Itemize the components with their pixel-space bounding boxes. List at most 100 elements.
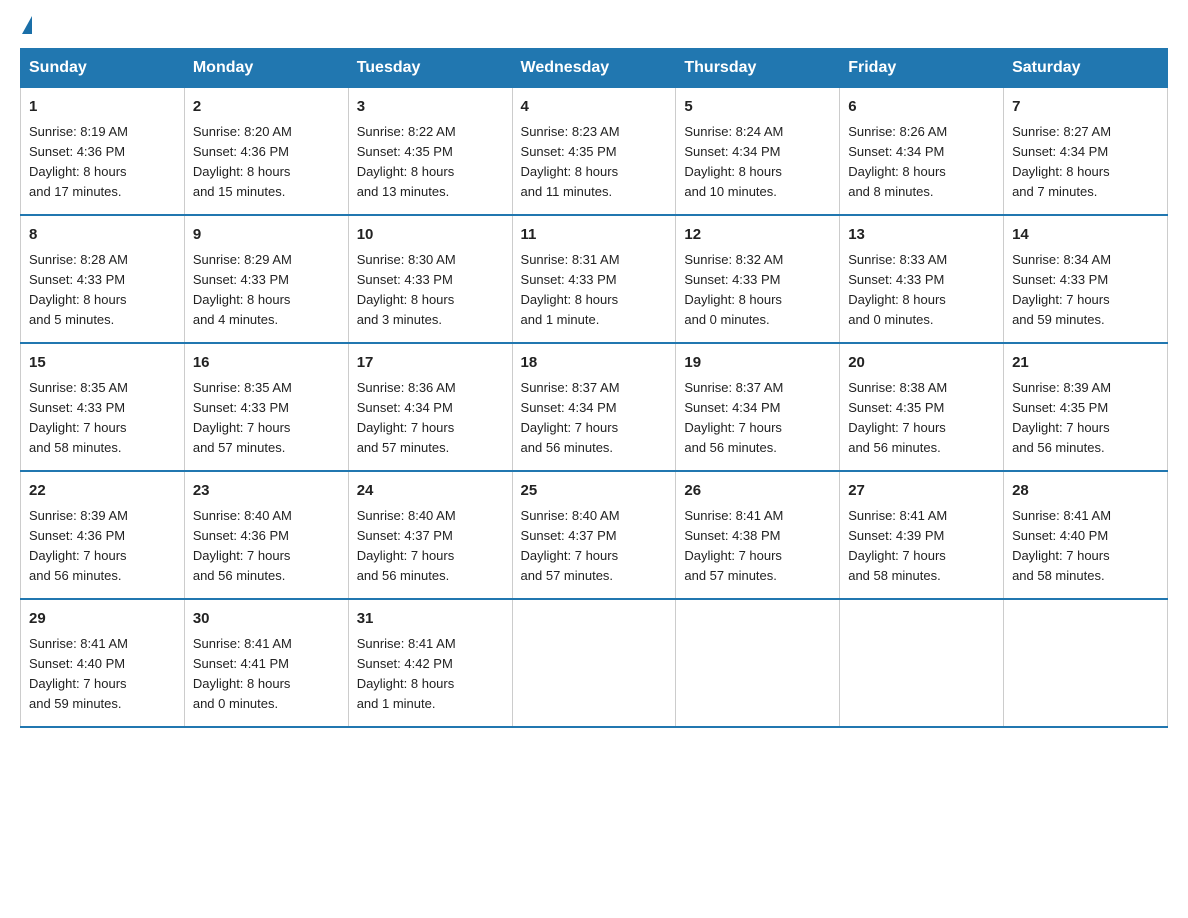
table-row: 27 Sunrise: 8:41 AM Sunset: 4:39 PM Dayli… <box>840 471 1004 599</box>
table-row: 4 Sunrise: 8:23 AM Sunset: 4:35 PM Daylig… <box>512 88 676 216</box>
col-monday: Monday <box>184 49 348 88</box>
day-number: 4 <box>521 96 668 119</box>
day-info: Sunrise: 8:29 AM Sunset: 4:33 PM Dayligh… <box>193 250 340 331</box>
table-row: 12 Sunrise: 8:32 AM Sunset: 4:33 PM Dayli… <box>676 215 840 343</box>
table-row: 16 Sunrise: 8:35 AM Sunset: 4:33 PM Dayli… <box>184 343 348 471</box>
calendar-week-row: 29 Sunrise: 8:41 AM Sunset: 4:40 PM Dayli… <box>21 599 1168 727</box>
table-row: 22Sunrise: 8:39 AM Sunset: 4:36 PM Dayli… <box>21 471 185 599</box>
day-number: 20 <box>848 352 995 375</box>
col-wednesday: Wednesday <box>512 49 676 88</box>
day-info: Sunrise: 8:31 AM Sunset: 4:33 PM Dayligh… <box>521 250 668 331</box>
table-row: 14 Sunrise: 8:34 AM Sunset: 4:33 PM Dayli… <box>1004 215 1168 343</box>
day-number: 16 <box>193 352 340 375</box>
table-row <box>676 599 840 727</box>
day-number: 6 <box>848 96 995 119</box>
day-number: 31 <box>357 608 504 631</box>
day-info: Sunrise: 8:38 AM Sunset: 4:35 PM Dayligh… <box>848 378 995 459</box>
table-row: 24Sunrise: 8:40 AM Sunset: 4:37 PM Dayli… <box>348 471 512 599</box>
day-info: Sunrise: 8:33 AM Sunset: 4:33 PM Dayligh… <box>848 250 995 331</box>
table-row: 19 Sunrise: 8:37 AM Sunset: 4:34 PM Dayli… <box>676 343 840 471</box>
day-info: Sunrise: 8:34 AM Sunset: 4:33 PM Dayligh… <box>1012 250 1159 331</box>
day-info: Sunrise: 8:20 AM Sunset: 4:36 PM Dayligh… <box>193 122 340 203</box>
day-info: Sunrise: 8:36 AM Sunset: 4:34 PM Dayligh… <box>357 378 504 459</box>
day-info: Sunrise: 8:26 AM Sunset: 4:34 PM Dayligh… <box>848 122 995 203</box>
table-row: 28Sunrise: 8:41 AM Sunset: 4:40 PM Dayli… <box>1004 471 1168 599</box>
table-row: 13Sunrise: 8:33 AM Sunset: 4:33 PM Dayli… <box>840 215 1004 343</box>
table-row: 26 Sunrise: 8:41 AM Sunset: 4:38 PM Dayli… <box>676 471 840 599</box>
day-info: Sunrise: 8:39 AM Sunset: 4:36 PM Dayligh… <box>29 506 176 587</box>
table-row: 23Sunrise: 8:40 AM Sunset: 4:36 PM Dayli… <box>184 471 348 599</box>
day-info: Sunrise: 8:35 AM Sunset: 4:33 PM Dayligh… <box>193 378 340 459</box>
calendar-week-row: 8 Sunrise: 8:28 AM Sunset: 4:33 PM Daylig… <box>21 215 1168 343</box>
day-number: 9 <box>193 224 340 247</box>
table-row: 2 Sunrise: 8:20 AM Sunset: 4:36 PM Daylig… <box>184 88 348 216</box>
col-sunday: Sunday <box>21 49 185 88</box>
day-info: Sunrise: 8:23 AM Sunset: 4:35 PM Dayligh… <box>521 122 668 203</box>
table-row: 6 Sunrise: 8:26 AM Sunset: 4:34 PM Daylig… <box>840 88 1004 216</box>
calendar-week-row: 15 Sunrise: 8:35 AM Sunset: 4:33 PM Dayli… <box>21 343 1168 471</box>
table-row <box>512 599 676 727</box>
table-row: 7Sunrise: 8:27 AM Sunset: 4:34 PM Daylig… <box>1004 88 1168 216</box>
day-number: 3 <box>357 96 504 119</box>
table-row: 17 Sunrise: 8:36 AM Sunset: 4:34 PM Dayli… <box>348 343 512 471</box>
logo <box>20 20 32 38</box>
day-number: 24 <box>357 480 504 503</box>
day-info: Sunrise: 8:41 AM Sunset: 4:41 PM Dayligh… <box>193 634 340 715</box>
table-row: 29 Sunrise: 8:41 AM Sunset: 4:40 PM Dayli… <box>21 599 185 727</box>
day-number: 8 <box>29 224 176 247</box>
day-info: Sunrise: 8:19 AM Sunset: 4:36 PM Dayligh… <box>29 122 176 203</box>
logo-triangle-icon <box>22 16 32 34</box>
table-row: 10 Sunrise: 8:30 AM Sunset: 4:33 PM Dayli… <box>348 215 512 343</box>
table-row: 11 Sunrise: 8:31 AM Sunset: 4:33 PM Dayli… <box>512 215 676 343</box>
day-info: Sunrise: 8:30 AM Sunset: 4:33 PM Dayligh… <box>357 250 504 331</box>
day-number: 25 <box>521 480 668 503</box>
table-row <box>1004 599 1168 727</box>
col-friday: Friday <box>840 49 1004 88</box>
day-info: Sunrise: 8:41 AM Sunset: 4:40 PM Dayligh… <box>1012 506 1159 587</box>
day-info: Sunrise: 8:24 AM Sunset: 4:34 PM Dayligh… <box>684 122 831 203</box>
day-number: 5 <box>684 96 831 119</box>
day-number: 26 <box>684 480 831 503</box>
day-number: 21 <box>1012 352 1159 375</box>
table-row: 18 Sunrise: 8:37 AM Sunset: 4:34 PM Dayli… <box>512 343 676 471</box>
day-info: Sunrise: 8:37 AM Sunset: 4:34 PM Dayligh… <box>521 378 668 459</box>
day-number: 30 <box>193 608 340 631</box>
table-row: 9 Sunrise: 8:29 AM Sunset: 4:33 PM Daylig… <box>184 215 348 343</box>
table-row: 8 Sunrise: 8:28 AM Sunset: 4:33 PM Daylig… <box>21 215 185 343</box>
day-number: 10 <box>357 224 504 247</box>
day-info: Sunrise: 8:32 AM Sunset: 4:33 PM Dayligh… <box>684 250 831 331</box>
day-number: 14 <box>1012 224 1159 247</box>
day-number: 27 <box>848 480 995 503</box>
day-number: 2 <box>193 96 340 119</box>
table-row: 31 Sunrise: 8:41 AM Sunset: 4:42 PM Dayli… <box>348 599 512 727</box>
day-info: Sunrise: 8:41 AM Sunset: 4:42 PM Dayligh… <box>357 634 504 715</box>
day-info: Sunrise: 8:41 AM Sunset: 4:39 PM Dayligh… <box>848 506 995 587</box>
day-number: 11 <box>521 224 668 247</box>
day-number: 15 <box>29 352 176 375</box>
table-row: 20 Sunrise: 8:38 AM Sunset: 4:35 PM Dayli… <box>840 343 1004 471</box>
day-info: Sunrise: 8:41 AM Sunset: 4:38 PM Dayligh… <box>684 506 831 587</box>
col-thursday: Thursday <box>676 49 840 88</box>
day-number: 17 <box>357 352 504 375</box>
page-header <box>20 20 1168 38</box>
day-info: Sunrise: 8:41 AM Sunset: 4:40 PM Dayligh… <box>29 634 176 715</box>
table-row: 25 Sunrise: 8:40 AM Sunset: 4:37 PM Dayli… <box>512 471 676 599</box>
calendar-header-row: Sunday Monday Tuesday Wednesday Thursday… <box>21 49 1168 88</box>
table-row: 3Sunrise: 8:22 AM Sunset: 4:35 PM Daylig… <box>348 88 512 216</box>
col-tuesday: Tuesday <box>348 49 512 88</box>
day-number: 29 <box>29 608 176 631</box>
calendar-week-row: 1 Sunrise: 8:19 AM Sunset: 4:36 PM Daylig… <box>21 88 1168 216</box>
col-saturday: Saturday <box>1004 49 1168 88</box>
day-info: Sunrise: 8:35 AM Sunset: 4:33 PM Dayligh… <box>29 378 176 459</box>
day-number: 12 <box>684 224 831 247</box>
day-number: 1 <box>29 96 176 119</box>
table-row: 1 Sunrise: 8:19 AM Sunset: 4:36 PM Daylig… <box>21 88 185 216</box>
table-row: 15 Sunrise: 8:35 AM Sunset: 4:33 PM Dayli… <box>21 343 185 471</box>
day-info: Sunrise: 8:37 AM Sunset: 4:34 PM Dayligh… <box>684 378 831 459</box>
day-info: Sunrise: 8:40 AM Sunset: 4:37 PM Dayligh… <box>521 506 668 587</box>
day-number: 19 <box>684 352 831 375</box>
day-info: Sunrise: 8:27 AM Sunset: 4:34 PM Dayligh… <box>1012 122 1159 203</box>
table-row: 5 Sunrise: 8:24 AM Sunset: 4:34 PM Daylig… <box>676 88 840 216</box>
day-number: 18 <box>521 352 668 375</box>
day-info: Sunrise: 8:28 AM Sunset: 4:33 PM Dayligh… <box>29 250 176 331</box>
